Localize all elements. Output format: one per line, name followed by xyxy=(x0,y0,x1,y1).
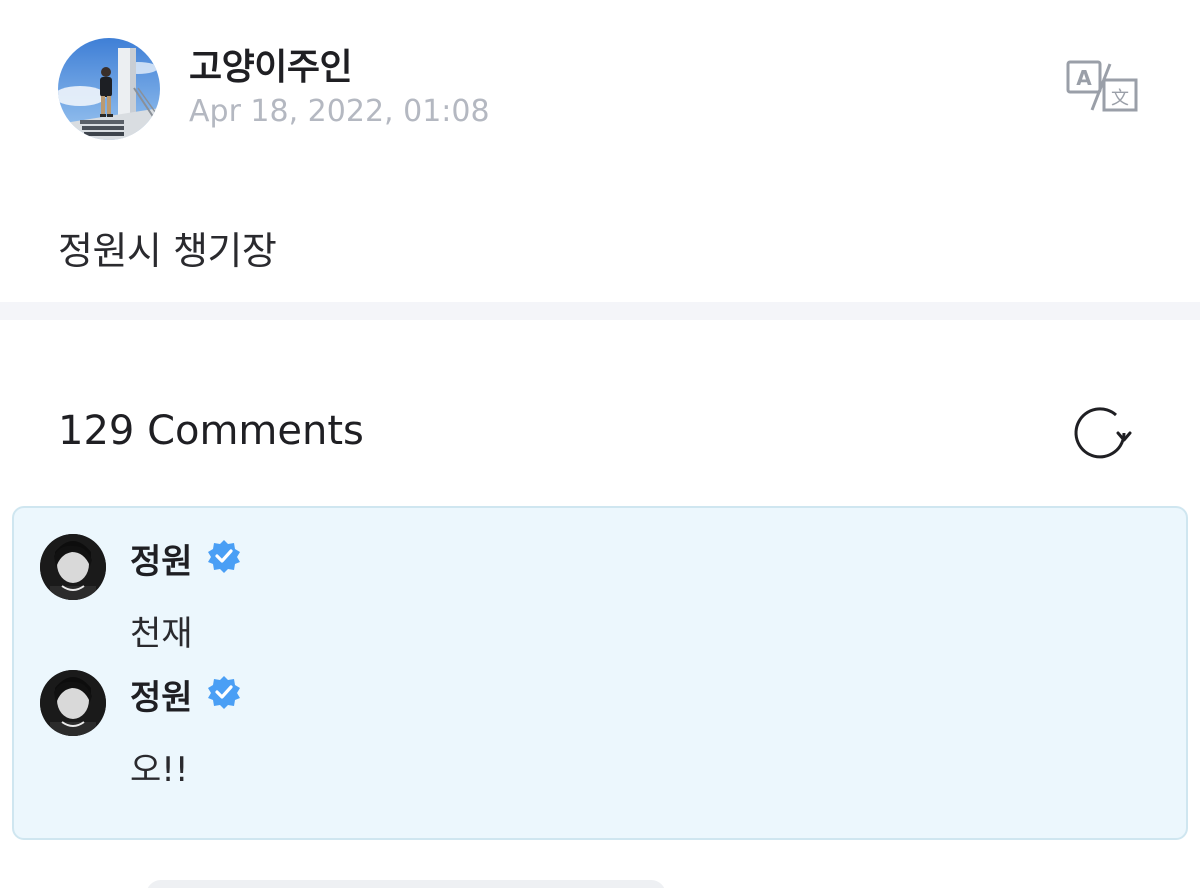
commenter-avatar-image xyxy=(40,670,106,736)
comment-text: 오!! xyxy=(130,750,189,790)
svg-text:文: 文 xyxy=(1111,88,1129,109)
refresh-button[interactable] xyxy=(1072,403,1132,463)
commenter-name[interactable]: 정원 xyxy=(130,670,193,719)
post-content: 정원시 챙기장 xyxy=(58,229,277,273)
refresh-icon xyxy=(1074,407,1132,459)
section-divider xyxy=(0,302,1200,320)
comments-count-heading: 129 Comments xyxy=(58,408,364,454)
post-header: 고양이주인 Apr 18, 2022, 01:08 A 文 xyxy=(0,0,1200,180)
comment-text: 천재 xyxy=(130,614,193,654)
author-avatar[interactable] xyxy=(58,38,160,140)
translate-icon: A 文 xyxy=(1066,60,1138,112)
author-name[interactable]: 고양이주인 xyxy=(189,38,353,90)
verified-badge-icon xyxy=(206,538,242,574)
author-avatar-image xyxy=(58,38,160,140)
pinned-comments-panel: 정원 천재 정원 오!! xyxy=(12,506,1188,840)
verified-badge-icon xyxy=(206,674,242,710)
commenter-avatar-image xyxy=(40,534,106,600)
commenter-name[interactable]: 정원 xyxy=(130,534,193,583)
commenter-avatar[interactable] xyxy=(40,670,106,736)
post-timestamp: Apr 18, 2022, 01:08 xyxy=(189,94,490,129)
comment-input-bar[interactable] xyxy=(146,880,666,888)
svg-text:A: A xyxy=(1076,66,1092,90)
commenter-avatar[interactable] xyxy=(40,534,106,600)
translate-button[interactable]: A 文 xyxy=(1064,58,1140,114)
